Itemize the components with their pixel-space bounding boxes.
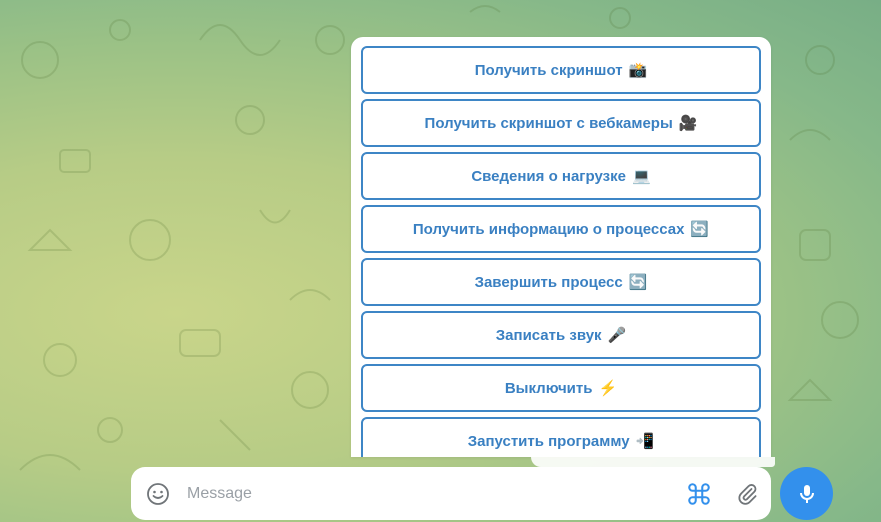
process-info-button[interactable]: Получить информацию о процессах 🔄 [361, 205, 761, 253]
keyboard-button-label: Получить информацию о процессах [412, 220, 685, 238]
command-icon [688, 482, 710, 505]
keyboard-button-label: Записать звук [495, 326, 602, 344]
keyboard-button-emoji: 📸 [628, 62, 648, 79]
record-audio-button[interactable]: Записать звук 🎤 [361, 311, 761, 359]
voice-record-button[interactable] [780, 467, 833, 520]
keyboard-button-emoji: 🔄 [690, 221, 710, 238]
get-screenshot-button[interactable]: Получить скриншот 📸 [361, 46, 761, 94]
kill-process-button[interactable]: Завершить процесс 🔄 [361, 258, 761, 306]
keyboard-button-label: Получить скриншот с вебкамеры [424, 114, 673, 132]
keyboard-button-label: Завершить процесс [474, 273, 623, 291]
keyboard-button-label: Запустить программу [467, 432, 630, 450]
message-input[interactable] [185, 483, 675, 504]
keyboard-button-emoji: ⚡ [598, 380, 618, 397]
message-composer [131, 467, 771, 520]
keyboard-button-emoji: 💻 [631, 168, 651, 185]
get-webcam-screenshot-button[interactable]: Получить скриншот с вебкамеры 🎥 [361, 99, 761, 147]
run-program-button[interactable]: Запустить программу 📲 [361, 417, 761, 457]
keyboard-panel-tail [531, 457, 775, 467]
emoji-button[interactable] [131, 482, 185, 506]
attach-button[interactable] [723, 467, 771, 520]
bot-reply-keyboard: Получить скриншот 📸 Получить скриншот с ве… [351, 37, 771, 457]
keyboard-button-emoji: 🎤 [607, 327, 627, 344]
keyboard-button-label: Выключить [504, 379, 593, 397]
bot-commands-button[interactable] [675, 467, 723, 520]
keyboard-button-label: Получить скриншот [474, 61, 623, 79]
keyboard-button-emoji: 📲 [635, 433, 655, 450]
microphone-icon [799, 484, 814, 503]
load-info-button[interactable]: Сведения о нагрузке 💻 [361, 152, 761, 200]
keyboard-button-label: Сведения о нагрузке [471, 167, 626, 185]
keyboard-button-list: Получить скриншот 📸 Получить скриншот с ве… [351, 37, 771, 457]
keyboard-button-emoji: 🎥 [678, 115, 698, 132]
paperclip-icon [738, 483, 757, 505]
shutdown-button[interactable]: Выключить ⚡ [361, 364, 761, 412]
keyboard-button-emoji: 🔄 [628, 274, 648, 291]
smile-icon [147, 482, 169, 505]
